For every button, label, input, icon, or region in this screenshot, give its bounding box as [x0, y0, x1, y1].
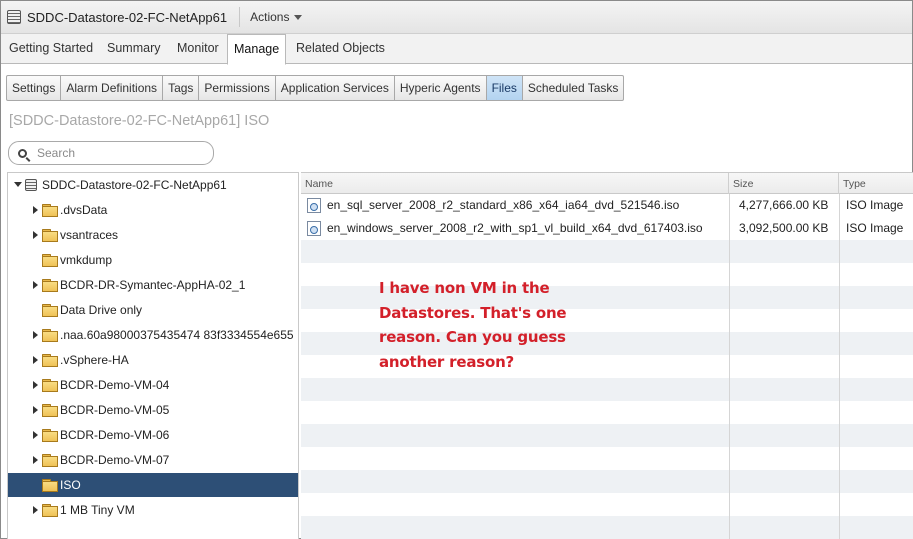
tree-root-label: SDDC-Datastore-02-FC-NetApp61: [42, 178, 227, 192]
search-icon: [18, 148, 27, 158]
title-divider: [239, 7, 241, 27]
tree-root[interactable]: SDDC-Datastore-02-FC-NetApp61: [8, 173, 298, 197]
tree-item-label: Data Drive only: [60, 303, 143, 317]
file-name-cell: en_sql_server_2008_r2_standard_x86_x64_i…: [307, 194, 727, 217]
folder-icon: [42, 279, 58, 292]
tree-item[interactable]: BCDR-DR-Symantec-AppHA-02_1: [8, 273, 298, 297]
object-title: SDDC-Datastore-02-FC-NetApp61: [27, 9, 228, 25]
file-name-cell: en_windows_server_2008_r2_with_sp1_vl_bu…: [307, 217, 727, 240]
tree-item-label: BCDR-Demo-VM-06: [60, 428, 170, 442]
folder-icon: [42, 429, 58, 442]
tab-getting-started[interactable]: Getting Started: [9, 34, 93, 64]
actions-menu[interactable]: Actions: [250, 10, 303, 24]
tree-item-label: .naa.60a98000375435474 83f3334554e655: [60, 328, 294, 342]
file-name: en_sql_server_2008_r2_standard_x86_x64_i…: [327, 198, 680, 212]
expand-arrow-icon[interactable]: [30, 454, 42, 466]
tree-item[interactable]: .vSphere-HA: [8, 348, 298, 372]
actions-label: Actions: [250, 10, 290, 24]
file-size: 4,277,666.00 KB: [739, 198, 829, 212]
grid-header: Name Size Type: [301, 172, 913, 194]
tree-item[interactable]: BCDR-Demo-VM-07: [8, 448, 298, 472]
folder-tree: SDDC-Datastore-02-FC-NetApp61 .dvsData v…: [7, 172, 299, 539]
tree-item-iso-selected[interactable]: ISO: [8, 473, 298, 497]
tree-item-label: .vSphere-HA: [60, 353, 129, 367]
main-tab-bar: Getting Started Summary Monitor Manage R…: [1, 34, 912, 65]
tree-item-label: BCDR-Demo-VM-07: [60, 453, 170, 467]
expand-arrow-icon[interactable]: [13, 179, 25, 191]
expand-arrow-icon[interactable]: [30, 279, 42, 291]
column-header-size[interactable]: Size: [729, 173, 839, 194]
expand-arrow-icon[interactable]: [30, 204, 42, 216]
tree-item[interactable]: .dvsData: [8, 198, 298, 222]
iso-file-icon: [307, 221, 321, 237]
subtab-tags[interactable]: Tags: [163, 76, 200, 100]
tree-item[interactable]: .naa.60a98000375435474 83f3334554e655: [8, 323, 298, 347]
tree-item-label: BCDR-DR-Symantec-AppHA-02_1: [60, 278, 246, 292]
subtab-files[interactable]: Files: [486, 76, 523, 100]
chevron-down-icon: [294, 15, 303, 21]
subtab-permissions[interactable]: Permissions: [199, 76, 276, 100]
column-header-name[interactable]: Name: [301, 173, 729, 194]
tree-item-label: BCDR-Demo-VM-04: [60, 378, 170, 392]
folder-icon: [42, 504, 58, 517]
tree-item[interactable]: BCDR-Demo-VM-04: [8, 373, 298, 397]
tree-item-label: ISO: [60, 478, 81, 492]
datastore-icon: [7, 10, 21, 24]
expand-arrow-icon[interactable]: [30, 329, 42, 341]
tree-item[interactable]: 1 MB Tiny VM: [8, 498, 298, 522]
column-header-type[interactable]: Type: [839, 173, 913, 194]
tree-item-label: vmkdump: [60, 253, 113, 267]
expand-arrow-icon[interactable]: [30, 504, 42, 516]
folder-icon: [42, 304, 58, 317]
breadcrumb: [SDDC-Datastore-02-FC-NetApp61] ISO: [9, 113, 270, 129]
subtab-hyperic-agents[interactable]: Hyperic Agents: [395, 76, 487, 100]
column-divider: [839, 194, 840, 539]
search-input[interactable]: [37, 146, 197, 160]
tree-item-label: 1 MB Tiny VM: [60, 503, 135, 517]
expand-arrow-icon[interactable]: [30, 354, 42, 366]
folder-icon: [42, 354, 58, 367]
tree-item-label: .dvsData: [60, 203, 108, 217]
folder-icon: [42, 479, 58, 492]
subtab-application-services[interactable]: Application Services: [276, 76, 395, 100]
tab-monitor[interactable]: Monitor: [177, 34, 219, 64]
expand-arrow-icon[interactable]: [30, 429, 42, 441]
tree-item-label: BCDR-Demo-VM-05: [60, 403, 170, 417]
tree-item[interactable]: vsantraces: [8, 223, 298, 247]
tree-item[interactable]: BCDR-Demo-VM-06: [8, 423, 298, 447]
folder-icon: [42, 404, 58, 417]
title-bar: SDDC-Datastore-02-FC-NetApp61 Actions: [1, 1, 912, 34]
folder-icon: [42, 204, 58, 217]
folder-icon: [42, 379, 58, 392]
search-box[interactable]: [8, 141, 214, 165]
file-type: ISO Image: [846, 221, 904, 235]
table-row[interactable]: en_windows_server_2008_r2_with_sp1_vl_bu…: [301, 217, 913, 240]
table-row[interactable]: en_sql_server_2008_r2_standard_x86_x64_i…: [301, 194, 913, 217]
tree-item-label: vsantraces: [60, 228, 119, 242]
tab-manage[interactable]: Manage: [227, 34, 287, 65]
folder-icon: [42, 229, 58, 242]
subtab-alarm-definitions[interactable]: Alarm Definitions: [61, 76, 164, 100]
datastore-icon: [25, 179, 37, 191]
tab-summary[interactable]: Summary: [107, 34, 160, 64]
sub-tab-bar: Settings Alarm Definitions Tags Permissi…: [6, 75, 625, 101]
folder-icon: [42, 454, 58, 467]
column-divider: [729, 194, 730, 539]
file-name: en_windows_server_2008_r2_with_sp1_vl_bu…: [327, 221, 703, 235]
tree-item[interactable]: Data Drive only: [8, 298, 298, 322]
annotation-callout: I have non VM in the Datastores. That's …: [379, 279, 567, 371]
iso-file-icon: [307, 198, 321, 214]
tree-item[interactable]: BCDR-Demo-VM-05: [8, 398, 298, 422]
expand-arrow-icon[interactable]: [30, 404, 42, 416]
expand-arrow-icon[interactable]: [30, 379, 42, 391]
file-type: ISO Image: [846, 198, 904, 212]
subtab-settings[interactable]: Settings: [7, 76, 62, 100]
expand-arrow-icon[interactable]: [30, 229, 42, 241]
subtab-scheduled-tasks[interactable]: Scheduled Tasks: [523, 76, 624, 100]
folder-icon: [42, 329, 58, 342]
file-size: 3,092,500.00 KB: [739, 221, 829, 235]
tree-item[interactable]: vmkdump: [8, 248, 298, 272]
folder-icon: [42, 254, 58, 267]
tab-related-objects[interactable]: Related Objects: [296, 34, 385, 64]
